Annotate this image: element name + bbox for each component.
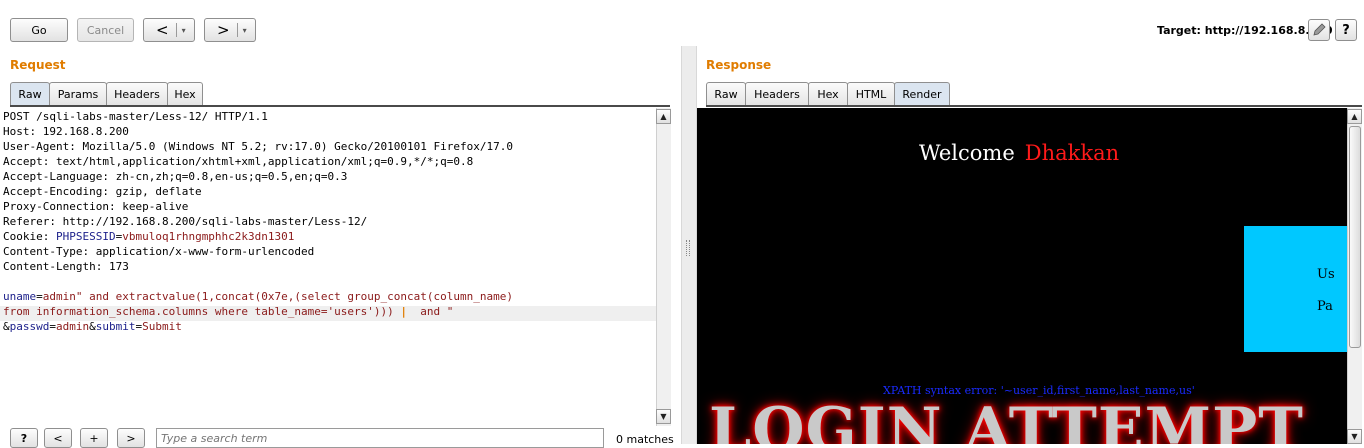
tab-render[interactable]: Render — [894, 82, 950, 106]
button-separator — [236, 23, 238, 37]
request-line: Accept-Language: zh-cn,zh;q=0.8,en-us;q=… — [3, 170, 348, 183]
help-icon: ? — [1342, 22, 1350, 38]
tab-headers[interactable]: Headers — [745, 82, 809, 106]
request-line: Proxy-Connection: keep-alive — [3, 200, 189, 213]
welcome-name: Dhakkan — [1024, 141, 1120, 165]
tab-raw[interactable]: Raw — [10, 82, 50, 106]
amp: & — [3, 320, 10, 333]
response-title: Response — [706, 58, 772, 72]
edit-target-button[interactable] — [1308, 19, 1330, 41]
request-line: Referer: http://192.168.8.200/sqli-labs-… — [3, 215, 368, 228]
login-attempt-banner: LOGIN ATTEMPT — [709, 395, 1304, 444]
uname-key: uname — [3, 290, 37, 303]
tab-underline — [10, 105, 670, 107]
render-view: Welcome Dhakkan Us Pa XPATH syntax error:… — [697, 108, 1347, 444]
body-line: uname=admin" and extractvalue(1,concat(0… — [3, 289, 513, 304]
search-prev-button[interactable]: < — [44, 428, 72, 448]
welcome-text: Welcome Dhakkan — [919, 141, 1119, 165]
amp: & — [89, 320, 96, 333]
forward-button[interactable]: > ▾ — [204, 18, 256, 42]
request-line: Content-Length: 173 — [3, 260, 129, 273]
cookie-line: Cookie: PHPSESSID=vbmuloq1rhngmphhc2k3dn… — [3, 229, 294, 244]
cancel-button[interactable]: Cancel — [77, 18, 134, 42]
back-button[interactable]: < ▾ — [143, 18, 195, 42]
request-line: Accept: text/html,application/xhtml+xml,… — [3, 155, 474, 168]
request-line: User-Agent: Mozilla/5.0 (Windows NT 5.2;… — [3, 140, 513, 153]
tab-hex[interactable]: Hex — [808, 82, 848, 106]
passwd-key: passwd — [9, 320, 50, 333]
request-line: Accept-Encoding: gzip, deflate — [3, 185, 202, 198]
cookie-key: PHPSESSID — [55, 230, 116, 243]
text-cursor: | — [400, 305, 407, 318]
response-tabs: Raw Headers Hex HTML Render — [706, 82, 950, 106]
tab-hex[interactable]: Hex — [167, 82, 203, 106]
request-scrollbar[interactable] — [656, 108, 671, 426]
welcome-label: Welcome — [919, 141, 1015, 165]
scroll-up-button[interactable]: ▲ — [656, 109, 671, 124]
cookie-prefix: Cookie: — [3, 230, 56, 243]
chevron-down-icon: ▾ — [242, 25, 247, 35]
search-help-button[interactable]: ? — [10, 428, 38, 448]
request-editor[interactable]: POST /sqli-labs-master/Less-12/ HTTP/1.1… — [0, 108, 656, 426]
body-eq: = — [36, 290, 43, 303]
cookie-value: vbmuloq1rhngmphhc2k3dn1301 — [122, 230, 295, 243]
tab-raw[interactable]: Raw — [706, 82, 746, 106]
body-eq: = — [49, 320, 56, 333]
help-button[interactable]: ? — [1335, 19, 1357, 41]
uname-value: admin" and extractvalue(1,concat(0x7e,(s… — [42, 290, 513, 303]
search-add-button[interactable]: + — [80, 428, 108, 448]
login-form-box — [1244, 226, 1347, 352]
password-label: Pa — [1317, 299, 1333, 314]
tab-headers[interactable]: Headers — [106, 82, 168, 106]
scroll-down-button[interactable]: ▼ — [1347, 429, 1362, 444]
scroll-down-button[interactable]: ▼ — [656, 409, 671, 424]
tab-html[interactable]: HTML — [847, 82, 895, 106]
request-line: POST /sqli-labs-master/Less-12/ HTTP/1.1 — [3, 110, 268, 123]
search-next-button[interactable]: > — [117, 428, 145, 448]
request-tabs: Raw Params Headers Hex — [10, 82, 203, 106]
body-line: from information_schema.columns where ta… — [3, 304, 453, 319]
forward-arrow-icon: > — [217, 20, 230, 39]
request-line: Host: 192.168.8.200 — [3, 125, 129, 138]
divider-grip-icon — [686, 240, 690, 256]
submit-value: Submit — [142, 320, 182, 333]
target-label: Target: http://192.168.8.200 — [1157, 24, 1333, 37]
submit-key: submit — [95, 320, 136, 333]
go-button[interactable]: Go — [10, 18, 68, 42]
chevron-down-icon: ▾ — [181, 25, 186, 35]
uname-value: and " — [420, 305, 454, 318]
search-input[interactable] — [156, 428, 604, 448]
search-matches: 0 matches — [616, 433, 674, 446]
back-arrow-icon: < — [156, 20, 169, 39]
request-line: Content-Type: application/x-www-form-url… — [3, 245, 315, 258]
button-separator — [175, 23, 177, 37]
passwd-value: admin — [56, 320, 90, 333]
request-title: Request — [10, 58, 66, 72]
body-line: &passwd=admin&submit=Submit — [3, 319, 182, 334]
scroll-thumb[interactable] — [1349, 126, 1361, 348]
username-label: Us — [1317, 267, 1335, 282]
scroll-up-button[interactable]: ▲ — [1347, 109, 1362, 124]
uname-value: from information_schema.columns where ta… — [3, 305, 394, 318]
pencil-icon — [1313, 23, 1326, 36]
tab-params[interactable]: Params — [49, 82, 107, 106]
tab-underline — [706, 105, 1362, 107]
